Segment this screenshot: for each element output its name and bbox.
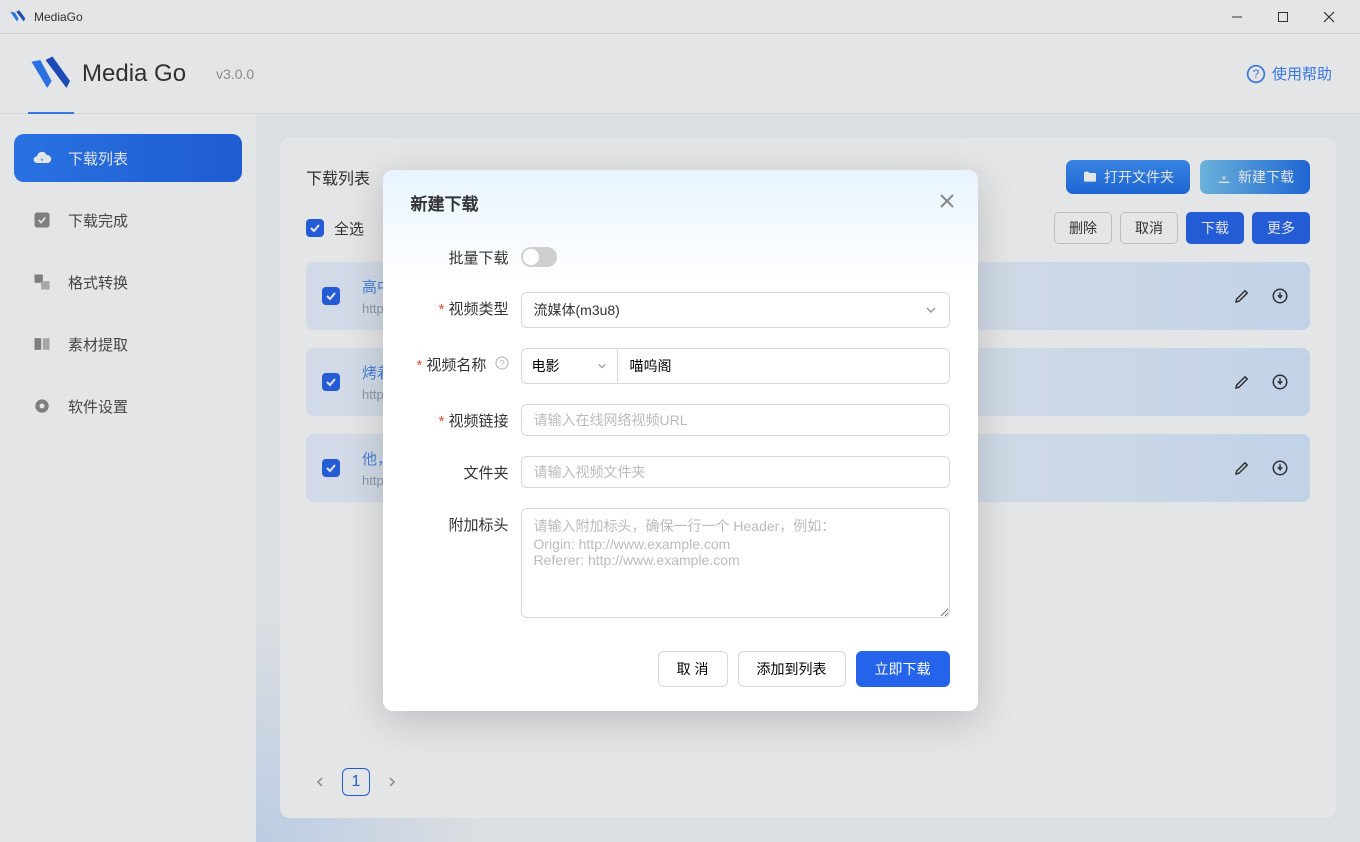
video-name-label: 视频名称 [426,357,486,374]
chevron-down-icon [597,361,607,371]
svg-text:?: ? [499,359,504,369]
name-prefix-select[interactable]: 电影 [521,348,617,384]
batch-download-toggle[interactable] [521,247,557,267]
dialog-title: 新建下载 [411,190,950,215]
video-link-label: 视频链接 [448,413,508,430]
video-type-label: 视频类型 [448,301,508,318]
modal-overlay: 新建下载 批量下载 *视频类型 流媒体(m3u8) *视频名称 [0,0,1360,842]
dialog-cancel-button[interactable]: 取 消 [658,651,728,687]
batch-download-label: 批量下载 [411,241,509,268]
close-icon [938,192,956,210]
download-now-button[interactable]: 立即下载 [856,651,950,687]
headers-label: 附加标头 [448,517,508,534]
video-link-input[interactable] [521,404,950,436]
help-tooltip-icon[interactable]: ? [495,356,509,370]
dialog-close-button[interactable] [938,192,956,215]
video-name-input[interactable] [617,348,950,384]
new-download-dialog: 新建下载 批量下载 *视频类型 流媒体(m3u8) *视频名称 [383,170,978,711]
folder-label: 文件夹 [463,465,508,482]
headers-textarea[interactable] [521,508,950,618]
folder-input[interactable] [521,456,950,488]
chevron-down-icon [925,304,937,316]
video-type-select[interactable]: 流媒体(m3u8) [521,292,950,328]
add-to-list-button[interactable]: 添加到列表 [738,651,846,687]
